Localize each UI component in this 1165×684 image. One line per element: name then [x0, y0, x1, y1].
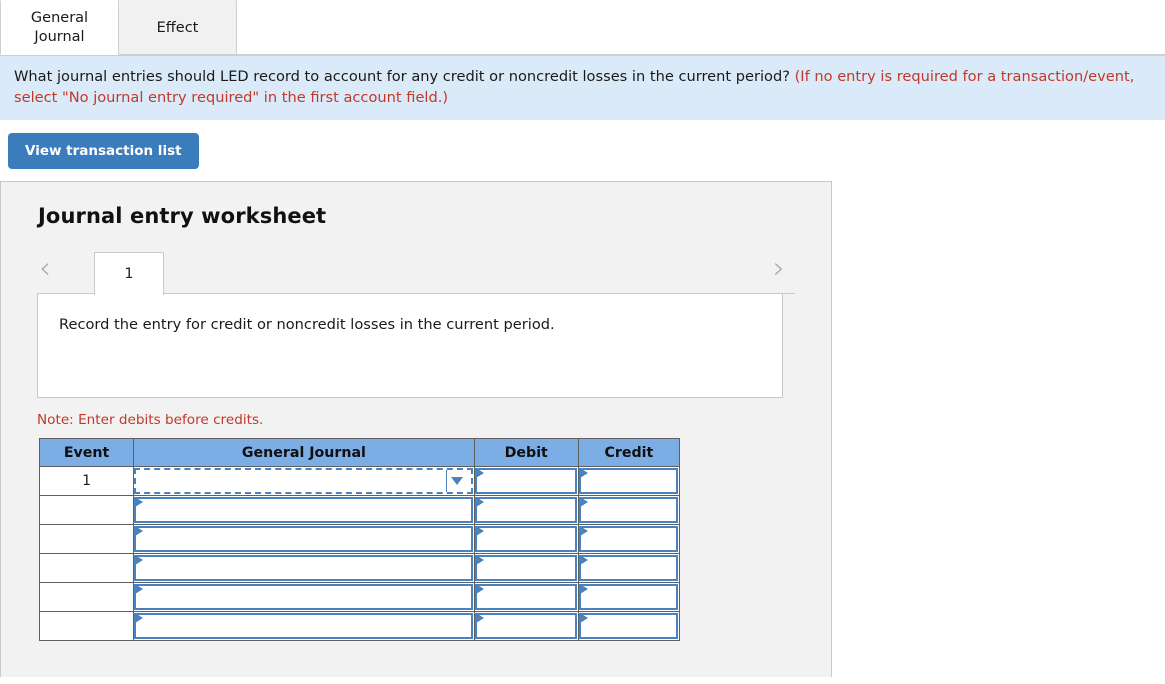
- tab-general-journal-label: General Journal: [31, 9, 88, 45]
- cell-credit[interactable]: [578, 496, 679, 525]
- table-row: [40, 583, 680, 612]
- tab-strip: General Journal Effect: [0, 0, 1165, 56]
- journal-entry-worksheet-panel: Journal entry worksheet ‹ 1 › Record the…: [0, 181, 832, 677]
- debit-input-5[interactable]: [477, 586, 575, 608]
- view-transaction-list-button[interactable]: View transaction list: [8, 133, 199, 169]
- debit-field-6[interactable]: [475, 613, 577, 639]
- table-header-row: Event General Journal Debit Credit: [40, 439, 680, 467]
- debit-field-1[interactable]: [475, 468, 577, 494]
- cell-event: [40, 583, 134, 612]
- table-row: [40, 554, 680, 583]
- account-input-2[interactable]: [136, 499, 471, 521]
- tab-effect-label: Effect: [157, 19, 199, 37]
- cell-debit[interactable]: [474, 525, 578, 554]
- journal-entry-table: Event General Journal Debit Credit 1: [39, 438, 680, 641]
- debit-input-2[interactable]: [477, 499, 575, 521]
- cell-debit[interactable]: [474, 496, 578, 525]
- debit-field-2[interactable]: [475, 497, 577, 523]
- debit-field-4[interactable]: [475, 555, 577, 581]
- cell-debit[interactable]: [474, 554, 578, 583]
- cell-event: [40, 525, 134, 554]
- account-input-1[interactable]: [136, 470, 471, 492]
- page-title: Journal entry worksheet: [38, 204, 831, 228]
- account-field-3[interactable]: [134, 526, 473, 552]
- cell-general-journal[interactable]: [134, 525, 475, 554]
- cell-credit[interactable]: [578, 525, 679, 554]
- credit-input-6[interactable]: [581, 615, 676, 637]
- cell-event: [40, 612, 134, 641]
- account-input-4[interactable]: [136, 557, 471, 579]
- tab-general-journal-line1: General: [31, 10, 88, 26]
- cell-event: [40, 554, 134, 583]
- cell-credit[interactable]: [578, 554, 679, 583]
- chevron-down-icon[interactable]: [446, 470, 468, 492]
- account-input-3[interactable]: [136, 528, 471, 550]
- cell-general-journal[interactable]: [134, 554, 475, 583]
- column-header-event: Event: [40, 439, 134, 467]
- account-field-2[interactable]: [134, 497, 473, 523]
- table-row: [40, 525, 680, 554]
- debit-input-4[interactable]: [477, 557, 575, 579]
- credit-input-5[interactable]: [581, 586, 676, 608]
- debit-input-6[interactable]: [477, 615, 575, 637]
- tab-effect[interactable]: Effect: [118, 0, 237, 55]
- tab-strip-filler: [237, 0, 1165, 55]
- cell-credit[interactable]: [578, 467, 679, 496]
- account-field-5[interactable]: [134, 584, 473, 610]
- cell-debit[interactable]: [474, 467, 578, 496]
- cell-event: [40, 496, 134, 525]
- column-header-general-journal: General Journal: [134, 439, 475, 467]
- column-header-credit: Credit: [578, 439, 679, 467]
- chevron-right-icon[interactable]: ›: [773, 252, 785, 286]
- table-row: [40, 612, 680, 641]
- cell-credit[interactable]: [578, 612, 679, 641]
- cell-debit[interactable]: [474, 612, 578, 641]
- debits-before-credits-note: Note: Enter debits before credits.: [37, 412, 831, 428]
- table-row: [40, 496, 680, 525]
- account-field-4[interactable]: [134, 555, 473, 581]
- credit-field-3[interactable]: [579, 526, 678, 552]
- cell-general-journal[interactable]: [134, 496, 475, 525]
- table-row: 1: [40, 467, 680, 496]
- debit-field-5[interactable]: [475, 584, 577, 610]
- debit-input-1[interactable]: [477, 470, 575, 492]
- worksheet-panel-wrap: Journal entry worksheet ‹ 1 › Record the…: [0, 169, 1165, 677]
- cell-credit[interactable]: [578, 583, 679, 612]
- worksheet-pager: ‹ 1 ›: [1, 246, 831, 294]
- toolbar: View transaction list: [0, 120, 1165, 169]
- credit-field-2[interactable]: [579, 497, 678, 523]
- cell-general-journal[interactable]: [134, 612, 475, 641]
- account-dropdown-1[interactable]: [134, 468, 473, 494]
- entry-description-box: Record the entry for credit or noncredit…: [37, 294, 783, 398]
- entry-description-text: Record the entry for credit or noncredit…: [59, 316, 555, 333]
- tab-general-journal-line2: Journal: [34, 29, 84, 45]
- tab-general-journal[interactable]: General Journal: [0, 0, 119, 55]
- account-field-6[interactable]: [134, 613, 473, 639]
- cell-general-journal[interactable]: [134, 583, 475, 612]
- debit-field-3[interactable]: [475, 526, 577, 552]
- credit-field-4[interactable]: [579, 555, 678, 581]
- question-banner: What journal entries should LED record t…: [0, 56, 1165, 120]
- cell-general-journal[interactable]: [134, 467, 475, 496]
- cell-event: 1: [40, 467, 134, 496]
- credit-input-1[interactable]: [581, 470, 676, 492]
- credit-field-5[interactable]: [579, 584, 678, 610]
- credit-input-4[interactable]: [581, 557, 676, 579]
- account-input-5[interactable]: [136, 586, 471, 608]
- account-input-6[interactable]: [136, 615, 471, 637]
- credit-field-6[interactable]: [579, 613, 678, 639]
- worksheet-page-tab-1[interactable]: 1: [94, 252, 164, 295]
- column-header-debit: Debit: [474, 439, 578, 467]
- cell-debit[interactable]: [474, 583, 578, 612]
- journal-entry-table-body: 1: [40, 467, 680, 641]
- credit-input-2[interactable]: [581, 499, 676, 521]
- question-text: What journal entries should LED record t…: [14, 68, 795, 85]
- chevron-left-icon[interactable]: ‹: [39, 252, 51, 286]
- credit-field-1[interactable]: [579, 468, 678, 494]
- debit-input-3[interactable]: [477, 528, 575, 550]
- credit-input-3[interactable]: [581, 528, 676, 550]
